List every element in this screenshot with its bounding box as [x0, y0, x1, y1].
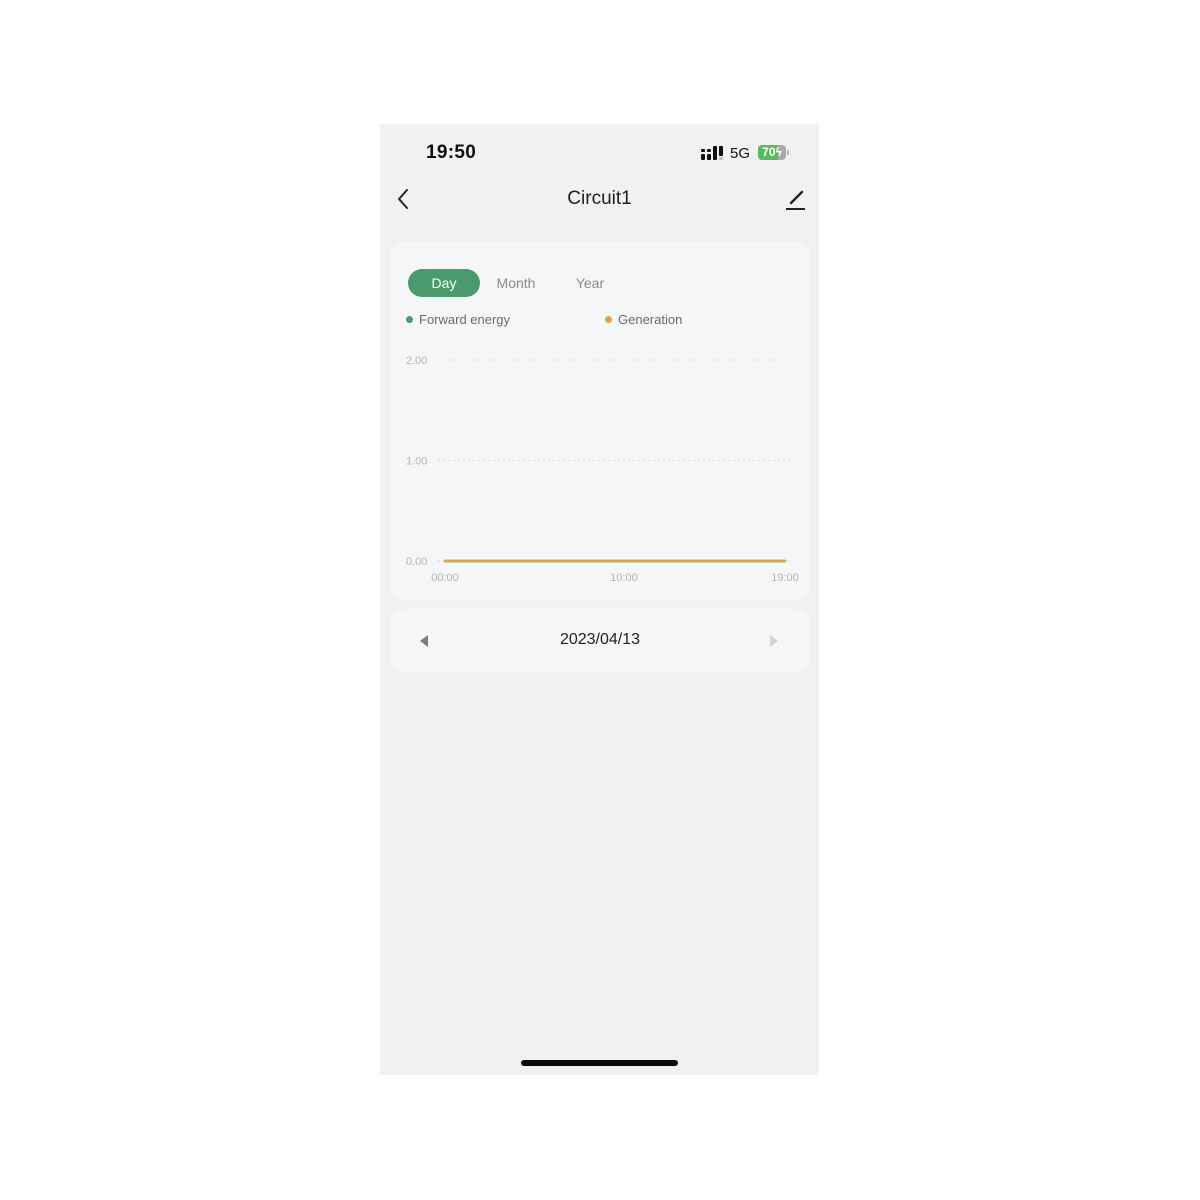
status-time: 19:50 — [426, 142, 477, 163]
tab-year[interactable]: Year — [554, 269, 626, 297]
tab-day[interactable]: Day — [408, 269, 480, 297]
chart-legend: Forward energy Generation — [406, 312, 796, 330]
tab-month[interactable]: Month — [480, 269, 552, 297]
battery-percent: 70ϟ — [758, 145, 786, 160]
legend-item-forward-energy[interactable]: Forward energy — [406, 312, 510, 327]
legend-label: Forward energy — [419, 312, 511, 327]
network-type: 5G — [730, 145, 751, 162]
status-bar: 19:50 5G 70ϟ — [380, 124, 819, 174]
x-tick-label: 19:00 — [771, 572, 799, 584]
y-tick-label: 1.00 — [406, 456, 427, 468]
bolt-icon: ϟ — [775, 145, 782, 159]
legend-dot — [605, 316, 612, 323]
date-selector: 2023/04/13 — [390, 609, 810, 673]
legend-item-generation[interactable]: Generation — [605, 312, 682, 327]
legend-dot — [406, 316, 413, 323]
battery-cap — [787, 150, 789, 155]
selected-date[interactable]: 2023/04/13 — [390, 631, 810, 649]
energy-line-chart: 0.00 1.00 2.00 00:00 10:00 19:00 — [406, 355, 799, 584]
battery-label: 70 — [762, 145, 776, 159]
y-tick-label: 0.00 — [406, 556, 427, 568]
pencil-icon — [786, 190, 805, 210]
battery-icon: 70ϟ — [758, 145, 786, 160]
cellular-signal-icon — [701, 146, 723, 160]
triangle-right-icon[interactable] — [768, 634, 780, 648]
phone-screen: 19:50 5G 70ϟ Circuit1 Day Month Year For… — [380, 124, 819, 1075]
nav-bar: Circuit1 — [380, 180, 819, 220]
energy-chart-card: Day Month Year Forward energy Generation… — [390, 242, 810, 600]
home-indicator[interactable] — [521, 1060, 678, 1066]
x-tick-label: 00:00 — [431, 572, 459, 584]
page-title: Circuit1 — [567, 188, 632, 209]
y-tick-label: 2.00 — [406, 355, 427, 367]
edit-button[interactable] — [784, 186, 808, 212]
x-tick-label: 10:00 — [610, 572, 638, 584]
legend-label: Generation — [618, 312, 683, 327]
